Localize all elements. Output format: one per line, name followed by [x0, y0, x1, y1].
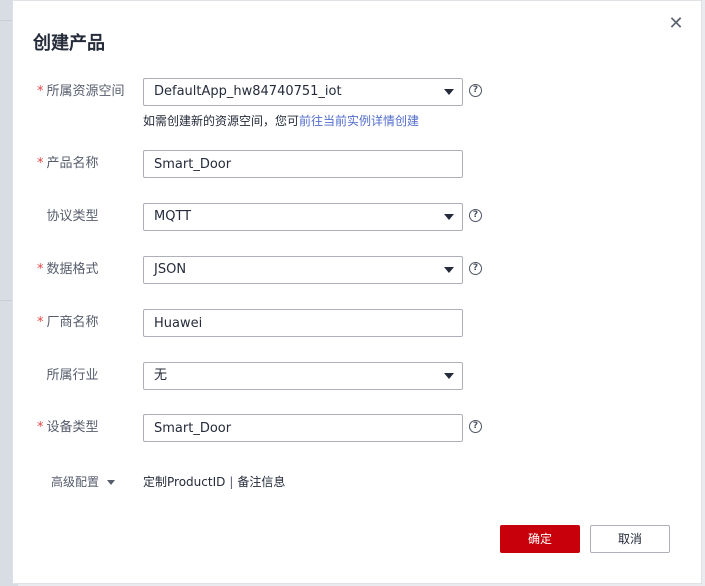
row-device-type: *设备类型 ? — [13, 414, 703, 442]
row-data-format: * 数据格式 JSON ? — [13, 256, 703, 284]
dialog-title: 创建产品 — [33, 33, 105, 54]
protocol-label: *协议类型 — [46, 209, 99, 224]
chevron-down-icon — [444, 214, 454, 220]
data-format-label: * 数据格式 — [37, 262, 99, 277]
resource-space-value: DefaultApp_hw84740751_iot — [154, 84, 342, 99]
chevron-down-icon — [444, 373, 454, 379]
chevron-down-icon — [444, 267, 454, 273]
required-mark: * — [37, 262, 44, 277]
manufacturer-label: * 厂商名称 — [37, 315, 99, 330]
resource-space-label: * 所属资源空间 — [37, 84, 125, 99]
manufacturer-input[interactable] — [143, 309, 463, 337]
data-format-value: JSON — [154, 262, 187, 277]
separator: | — [229, 475, 234, 489]
remark-link[interactable]: 备注信息 — [237, 475, 285, 489]
required-mark: * — [37, 156, 44, 171]
row-resource-space: * 所属资源空间 DefaultApp_hw84740751_iot ? — [13, 78, 703, 106]
product-name-input[interactable] — [143, 150, 463, 178]
industry-value: 无 — [154, 368, 168, 383]
resource-space-hint: 如需创建新的资源空间，您可前往当前实例详情创建 — [143, 114, 420, 128]
help-icon[interactable]: ? — [469, 84, 482, 97]
protocol-select[interactable]: MQTT — [143, 203, 463, 231]
custom-product-id-link[interactable]: 定制ProductID — [143, 475, 225, 489]
required-mark: * — [37, 84, 44, 99]
advanced-links: 定制ProductID | 备注信息 — [143, 473, 285, 490]
protocol-value: MQTT — [154, 209, 192, 224]
create-product-dialog: 创建产品 ✕ * 所属资源空间 DefaultApp_hw84740751_iot… — [12, 0, 702, 584]
required-mark: * — [37, 315, 44, 330]
required-mark: * — [37, 420, 44, 435]
advanced-config-label: 高级配置 — [51, 475, 100, 489]
chevron-down-icon — [444, 89, 454, 95]
industry-label: *所属行业 — [46, 368, 99, 383]
row-manufacturer: * 厂商名称 — [13, 309, 703, 337]
device-type-label: * 设备类型 — [37, 420, 99, 435]
cancel-button[interactable]: 取消 — [590, 525, 670, 553]
resource-space-select[interactable]: DefaultApp_hw84740751_iot — [143, 78, 463, 106]
caret-down-icon — [107, 480, 116, 485]
confirm-button[interactable]: 确定 — [500, 525, 580, 553]
instance-detail-link[interactable]: 前往当前实例详情创建 — [299, 114, 419, 128]
industry-select[interactable]: 无 — [143, 362, 463, 390]
row-industry: *所属行业 无 — [13, 362, 703, 390]
row-protocol: *协议类型 MQTT ? — [13, 203, 703, 231]
help-icon[interactable]: ? — [469, 420, 482, 433]
product-name-label: * 产品名称 — [37, 156, 99, 171]
row-product-name: * 产品名称 — [13, 150, 703, 178]
advanced-config-toggle[interactable]: 高级配置 — [51, 473, 116, 490]
help-icon[interactable]: ? — [469, 209, 482, 222]
help-icon[interactable]: ? — [469, 262, 482, 275]
data-format-select[interactable]: JSON — [143, 256, 463, 284]
close-icon[interactable]: ✕ — [665, 13, 687, 35]
device-type-input[interactable] — [143, 414, 463, 442]
